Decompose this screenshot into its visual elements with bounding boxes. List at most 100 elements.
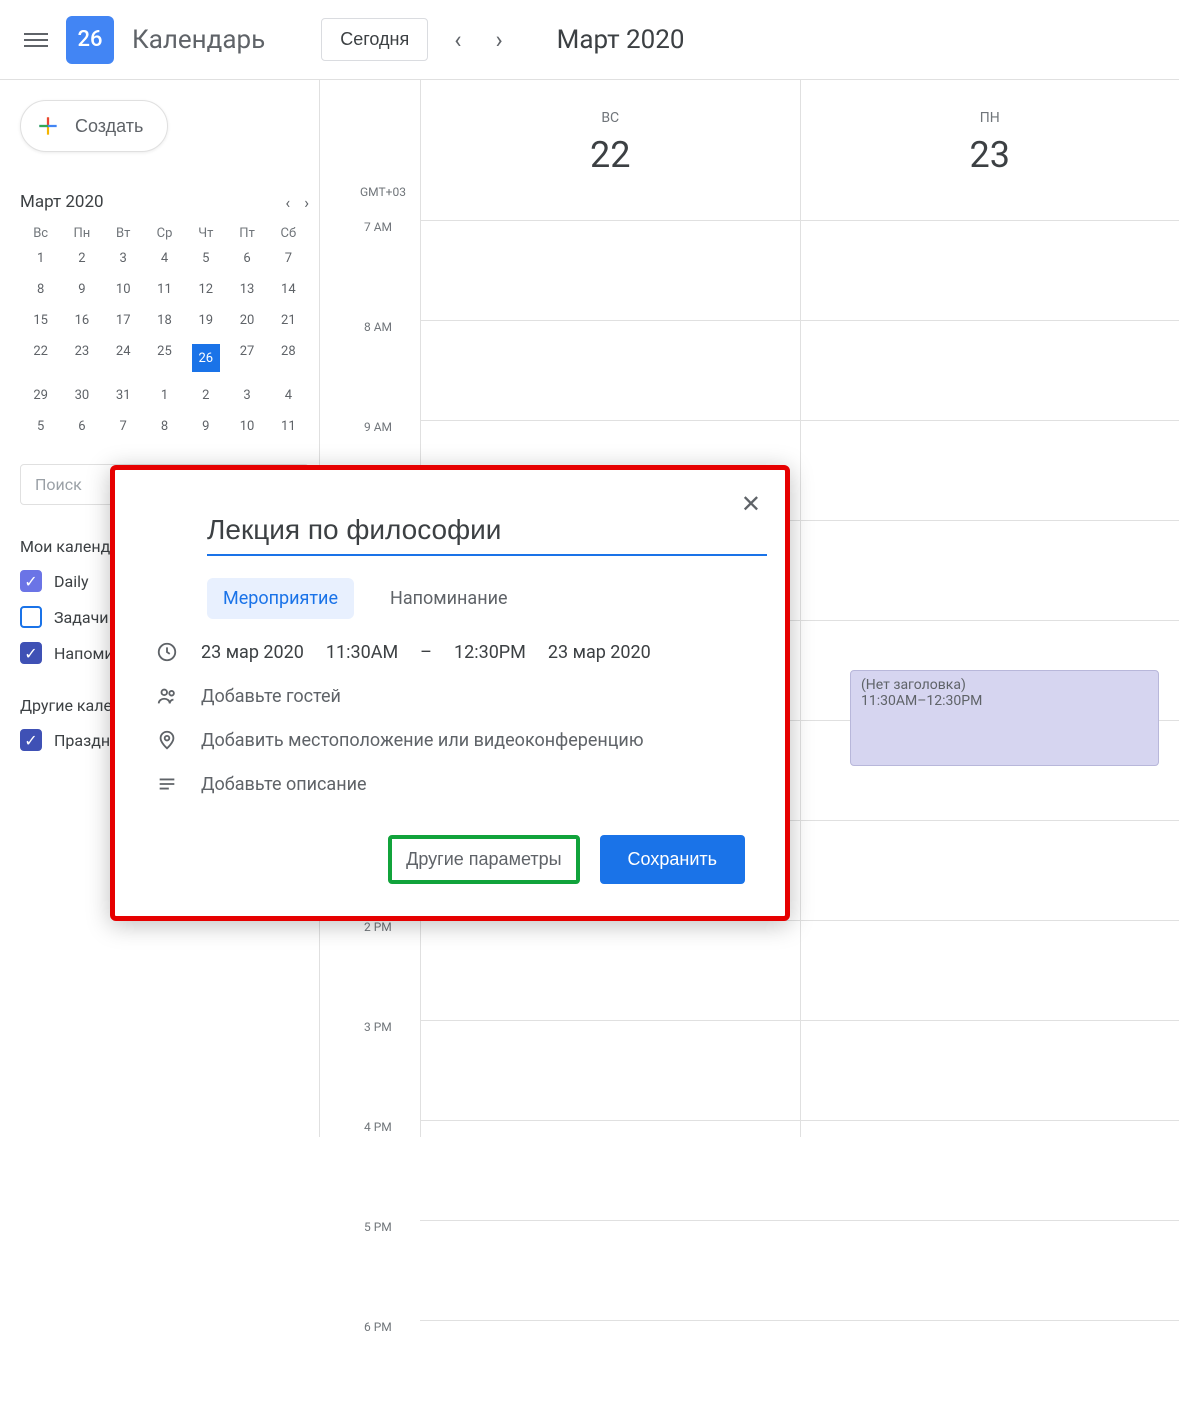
mini-day-cell[interactable]: 12 [185, 276, 226, 303]
event-block[interactable]: (Нет заголовка) 11:30AM–12:30PM [850, 670, 1159, 766]
calendar-label: Daily [54, 572, 89, 591]
mini-day-cell[interactable]: 10 [226, 413, 267, 440]
mini-day-cell[interactable]: 8 [20, 276, 61, 303]
mini-day-cell[interactable]: 10 [103, 276, 144, 303]
start-date: 23 мар 2020 [201, 642, 304, 663]
save-button[interactable]: Сохранить [600, 835, 745, 884]
create-label: Создать [75, 116, 143, 137]
mini-day-header: Пн [61, 226, 102, 241]
location-label: Добавить местоположение или видеоконфере… [201, 730, 644, 751]
checkbox-icon[interactable]: ✓ [20, 729, 42, 751]
event-dialog: ✕ Мероприятие Напоминание 23 мар 2020 11… [110, 465, 790, 921]
mini-day-cell[interactable]: 6 [226, 245, 267, 272]
end-time: 12:30PM [454, 642, 526, 663]
mini-day-cell[interactable]: 20 [226, 307, 267, 334]
tab-event[interactable]: Мероприятие [207, 578, 354, 619]
mini-day-cell[interactable]: 3 [226, 382, 267, 409]
checkbox-icon[interactable]: ✓ [20, 570, 42, 592]
hamburger-icon[interactable] [24, 28, 48, 52]
app-title: Календарь [132, 25, 265, 55]
location-icon [155, 729, 179, 751]
mini-day-cell[interactable]: 25 [144, 338, 185, 378]
today-button[interactable]: Сегодня [321, 18, 428, 61]
hour-row[interactable] [420, 1320, 1179, 1420]
mini-prev-icon[interactable]: ‹ [285, 193, 290, 212]
end-date: 23 мар 2020 [548, 642, 651, 663]
mini-day-cell[interactable]: 23 [61, 338, 102, 378]
hour-row[interactable] [420, 1220, 1179, 1320]
mini-day-cell[interactable]: 27 [226, 338, 267, 378]
event-title-input[interactable] [207, 510, 767, 556]
event-title: (Нет заголовка) [861, 677, 1148, 693]
hour-label: 2 PM [364, 920, 399, 1020]
hour-row[interactable] [420, 1120, 1179, 1220]
event-time: 11:30AM–12:30PM [861, 693, 1148, 709]
mini-day-cell[interactable]: 7 [103, 413, 144, 440]
mini-day-cell[interactable]: 5 [185, 245, 226, 272]
mini-day-cell[interactable]: 11 [144, 276, 185, 303]
mini-calendar: Март 2020 ‹ › ВсПнВтСрЧтПтСб123456789101… [20, 192, 309, 440]
day-number: 23 [801, 134, 1179, 176]
hour-row[interactable] [420, 320, 1179, 420]
mini-day-cell[interactable]: 6 [61, 413, 102, 440]
mini-day-header: Пт [226, 226, 267, 241]
month-title: Март 2020 [557, 25, 685, 55]
mini-day-cell[interactable]: 21 [268, 307, 309, 334]
tab-reminder[interactable]: Напоминание [374, 578, 524, 619]
more-options-button[interactable]: Другие параметры [388, 835, 579, 884]
mini-day-cell[interactable]: 26 [185, 338, 226, 378]
mini-day-cell[interactable]: 9 [61, 276, 102, 303]
mini-day-cell[interactable]: 22 [20, 338, 61, 378]
people-icon [155, 685, 179, 707]
day-weekday: ПН [801, 110, 1179, 126]
guests-row[interactable]: Добавьте гостей [155, 685, 745, 707]
plus-icon [35, 113, 61, 139]
location-row[interactable]: Добавить местоположение или видеоконфере… [155, 729, 745, 751]
day-weekday: ВС [421, 110, 800, 126]
mini-day-cell[interactable]: 30 [61, 382, 102, 409]
mini-day-cell[interactable]: 31 [103, 382, 144, 409]
prev-week-icon[interactable]: ‹ [454, 26, 461, 54]
mini-day-cell[interactable]: 8 [144, 413, 185, 440]
mini-day-cell[interactable]: 5 [20, 413, 61, 440]
mini-day-cell[interactable]: 19 [185, 307, 226, 334]
mini-day-cell[interactable]: 14 [268, 276, 309, 303]
mini-day-cell[interactable]: 18 [144, 307, 185, 334]
checkbox-icon[interactable] [20, 606, 42, 628]
description-icon [155, 773, 179, 795]
description-row[interactable]: Добавьте описание [155, 773, 745, 795]
mini-day-cell[interactable]: 11 [268, 413, 309, 440]
hour-label: 5 PM [364, 1220, 399, 1320]
hour-row[interactable] [420, 1020, 1179, 1120]
calendar-logo: 26 [66, 16, 114, 64]
mini-day-cell[interactable]: 15 [20, 307, 61, 334]
mini-day-cell[interactable]: 2 [61, 245, 102, 272]
mini-day-cell[interactable]: 17 [103, 307, 144, 334]
topbar: 26 Календарь Сегодня ‹ › Март 2020 [0, 0, 1179, 80]
mini-day-cell[interactable]: 2 [185, 382, 226, 409]
mini-next-icon[interactable]: › [304, 193, 309, 212]
hour-row[interactable] [420, 220, 1179, 320]
mini-day-cell[interactable]: 1 [20, 245, 61, 272]
hour-label: 7 AM [364, 220, 399, 320]
mini-day-cell[interactable]: 9 [185, 413, 226, 440]
mini-day-cell[interactable]: 28 [268, 338, 309, 378]
mini-day-cell[interactable]: 24 [103, 338, 144, 378]
mini-day-cell[interactable]: 1 [144, 382, 185, 409]
calendar-label: Задачи [54, 608, 109, 627]
checkbox-icon[interactable]: ✓ [20, 642, 42, 664]
mini-day-cell[interactable]: 7 [268, 245, 309, 272]
mini-day-cell[interactable]: 29 [20, 382, 61, 409]
hour-row[interactable] [420, 920, 1179, 1020]
mini-day-header: Ср [144, 226, 185, 241]
mini-day-cell[interactable]: 4 [144, 245, 185, 272]
mini-day-cell[interactable]: 4 [268, 382, 309, 409]
mini-day-cell[interactable]: 3 [103, 245, 144, 272]
mini-day-cell[interactable]: 13 [226, 276, 267, 303]
next-week-icon[interactable]: › [495, 26, 502, 54]
close-icon[interactable]: ✕ [741, 490, 761, 518]
mini-day-cell[interactable]: 16 [61, 307, 102, 334]
description-label: Добавьте описание [201, 774, 367, 795]
create-button[interactable]: Создать [20, 100, 168, 152]
datetime-row[interactable]: 23 мар 2020 11:30AM – 12:30PM 23 мар 202… [155, 641, 745, 663]
